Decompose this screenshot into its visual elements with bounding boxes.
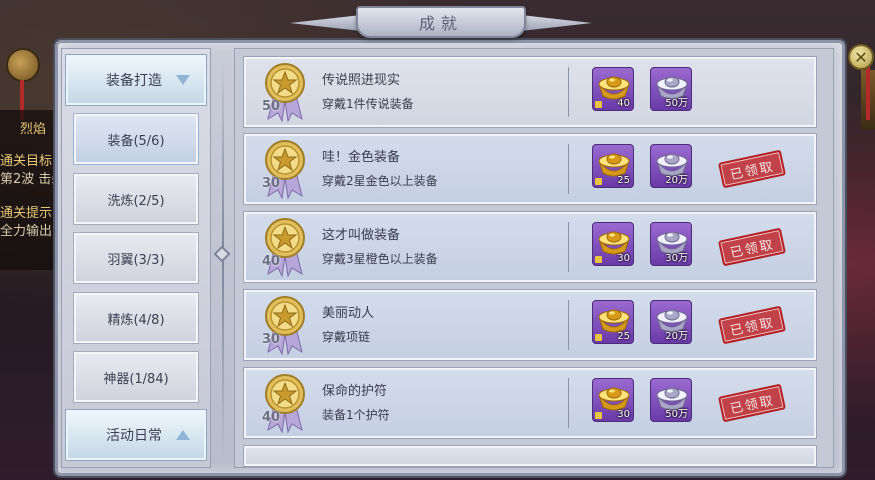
- achievement-description: 穿戴1件传说装备: [322, 97, 414, 111]
- claimed-stamp: 已领取: [717, 149, 787, 189]
- gold-ingot-icon: [598, 153, 630, 177]
- reward-quantity: 25: [617, 331, 630, 342]
- achievement-row[interactable]: 40 保命的护符 装备1个护符 30 50万 已领取: [244, 368, 816, 438]
- achievement-points: 30: [261, 332, 281, 347]
- sidebar-item-refine-wash[interactable]: 洗炼(2/5): [73, 173, 199, 225]
- achievement-points: 50: [261, 99, 281, 114]
- achievement-row[interactable]: 30 哇！金色装备 穿戴2星金色以上装备 25 20万 已领取: [244, 134, 816, 204]
- reward-quantity: 30: [617, 409, 630, 420]
- reward-quantity: 20万: [665, 331, 688, 342]
- sidebar-item-label: 羽翼(3/3): [107, 252, 165, 268]
- lock-icon: [595, 412, 602, 419]
- dialog-title: 成就: [356, 6, 526, 38]
- sidebar-item-artifact[interactable]: 神器(1/84): [73, 351, 199, 403]
- achievement-points: 40: [261, 410, 281, 425]
- reward-quantity: 20万: [665, 175, 688, 186]
- reward-slot-gold-ingot[interactable]: 30: [592, 222, 634, 266]
- reward-slot-silver-ingot[interactable]: 50万: [650, 67, 692, 111]
- close-button[interactable]: ✕: [848, 44, 874, 70]
- achievement-description: 穿戴2星金色以上装备: [322, 174, 438, 188]
- category-daily-activity[interactable]: 活动日常: [66, 410, 206, 460]
- hud-line: 通关提示: [0, 206, 53, 221]
- row-separator: [568, 300, 569, 350]
- medal-badge: 30: [246, 292, 316, 358]
- row-separator: [568, 378, 569, 428]
- achievement-row[interactable]: 40 这才叫做装备 穿戴3星橙色以上装备 30 30万 已领取: [244, 212, 816, 282]
- reward-quantity: 50万: [665, 98, 688, 109]
- reward-quantity: 50万: [665, 409, 688, 420]
- achievement-description: 穿戴项链: [322, 330, 371, 344]
- gold-ingot-icon: [598, 76, 630, 100]
- close-icon: ✕: [854, 47, 868, 67]
- gold-ingot-icon: [598, 309, 630, 333]
- lock-icon: [595, 178, 602, 185]
- achievement-title: 哇！金色装备: [322, 150, 401, 165]
- achievement-row[interactable]: 30 美丽动人 穿戴项链 25 20万 已领取: [244, 290, 816, 360]
- achievement-description: 穿戴3星橙色以上装备: [322, 252, 438, 266]
- chevron-down-icon: [176, 75, 190, 85]
- sidebar-item-label: 精炼(4/8): [107, 312, 165, 328]
- row-separator: [568, 144, 569, 194]
- sidebar-item-label: 洗炼(2/5): [107, 193, 165, 209]
- achievement-description: 装备1个护符: [322, 408, 390, 422]
- category-equipment-forge[interactable]: 装备打造: [66, 55, 206, 105]
- reward-slot-gold-ingot[interactable]: 40: [592, 67, 634, 111]
- reward-slot-gold-ingot[interactable]: 25: [592, 300, 634, 344]
- sidebar-item-label: 神器(1/84): [103, 371, 169, 387]
- medal-badge: 50: [246, 59, 316, 125]
- category-label: 活动日常: [106, 428, 162, 444]
- coin-ornament-icon: [6, 48, 40, 82]
- reward-quantity: 25: [617, 175, 630, 186]
- reward-slot-silver-ingot[interactable]: 50万: [650, 378, 692, 422]
- lock-icon: [595, 334, 602, 341]
- achievement-title: 这才叫做装备: [322, 228, 401, 243]
- reward-quantity: 30: [617, 253, 630, 264]
- hud-line: 全力输出,: [0, 224, 57, 239]
- reward-slot-silver-ingot[interactable]: 20万: [650, 300, 692, 344]
- reward-quantity: 30万: [665, 253, 688, 264]
- claimed-stamp: 已领取: [717, 383, 787, 423]
- row-separator: [568, 222, 569, 272]
- reward-slot-gold-ingot[interactable]: 30: [592, 378, 634, 422]
- achievement-points: 30: [261, 176, 281, 191]
- dialog-title-text: 成就: [418, 14, 463, 33]
- achievement-title: 传说照进现实: [322, 73, 401, 88]
- lock-icon: [595, 101, 602, 108]
- achievement-points: 40: [261, 254, 281, 269]
- gold-ingot-icon: [598, 231, 630, 255]
- medal-badge: 30: [246, 136, 316, 202]
- reward-slot-gold-ingot[interactable]: 25: [592, 144, 634, 188]
- reward-slot-silver-ingot[interactable]: 30万: [650, 222, 692, 266]
- sidebar-item-wings[interactable]: 羽翼(3/3): [73, 232, 199, 284]
- reward-slot-silver-ingot[interactable]: 20万: [650, 144, 692, 188]
- sidebar-item-refinement[interactable]: 精炼(4/8): [73, 292, 199, 344]
- gold-ingot-icon: [598, 387, 630, 411]
- hud-name: 烈焰: [20, 122, 47, 137]
- reward-quantity: 40: [617, 98, 630, 109]
- achievement-title: 美丽动人: [322, 306, 375, 321]
- list-item-partial: [244, 446, 816, 466]
- hud-line: 通关目标: [0, 154, 53, 169]
- sidebar-item-equipment[interactable]: 装备(5/6): [73, 113, 199, 165]
- claimed-stamp: 已领取: [717, 227, 787, 267]
- achievement-row[interactable]: 50 传说照进现实 穿戴1件传说装备 40 50万: [244, 57, 816, 127]
- medal-badge: 40: [246, 214, 316, 280]
- claimed-stamp: 已领取: [717, 305, 787, 345]
- row-separator: [568, 67, 569, 117]
- tassel-decoration: [866, 60, 870, 120]
- lock-icon: [595, 256, 602, 263]
- achievement-title: 保命的护符: [322, 384, 388, 399]
- medal-badge: 40: [246, 370, 316, 436]
- category-label: 装备打造: [106, 73, 162, 89]
- chevron-up-icon: [176, 430, 190, 440]
- sidebar-item-label: 装备(5/6): [107, 133, 165, 149]
